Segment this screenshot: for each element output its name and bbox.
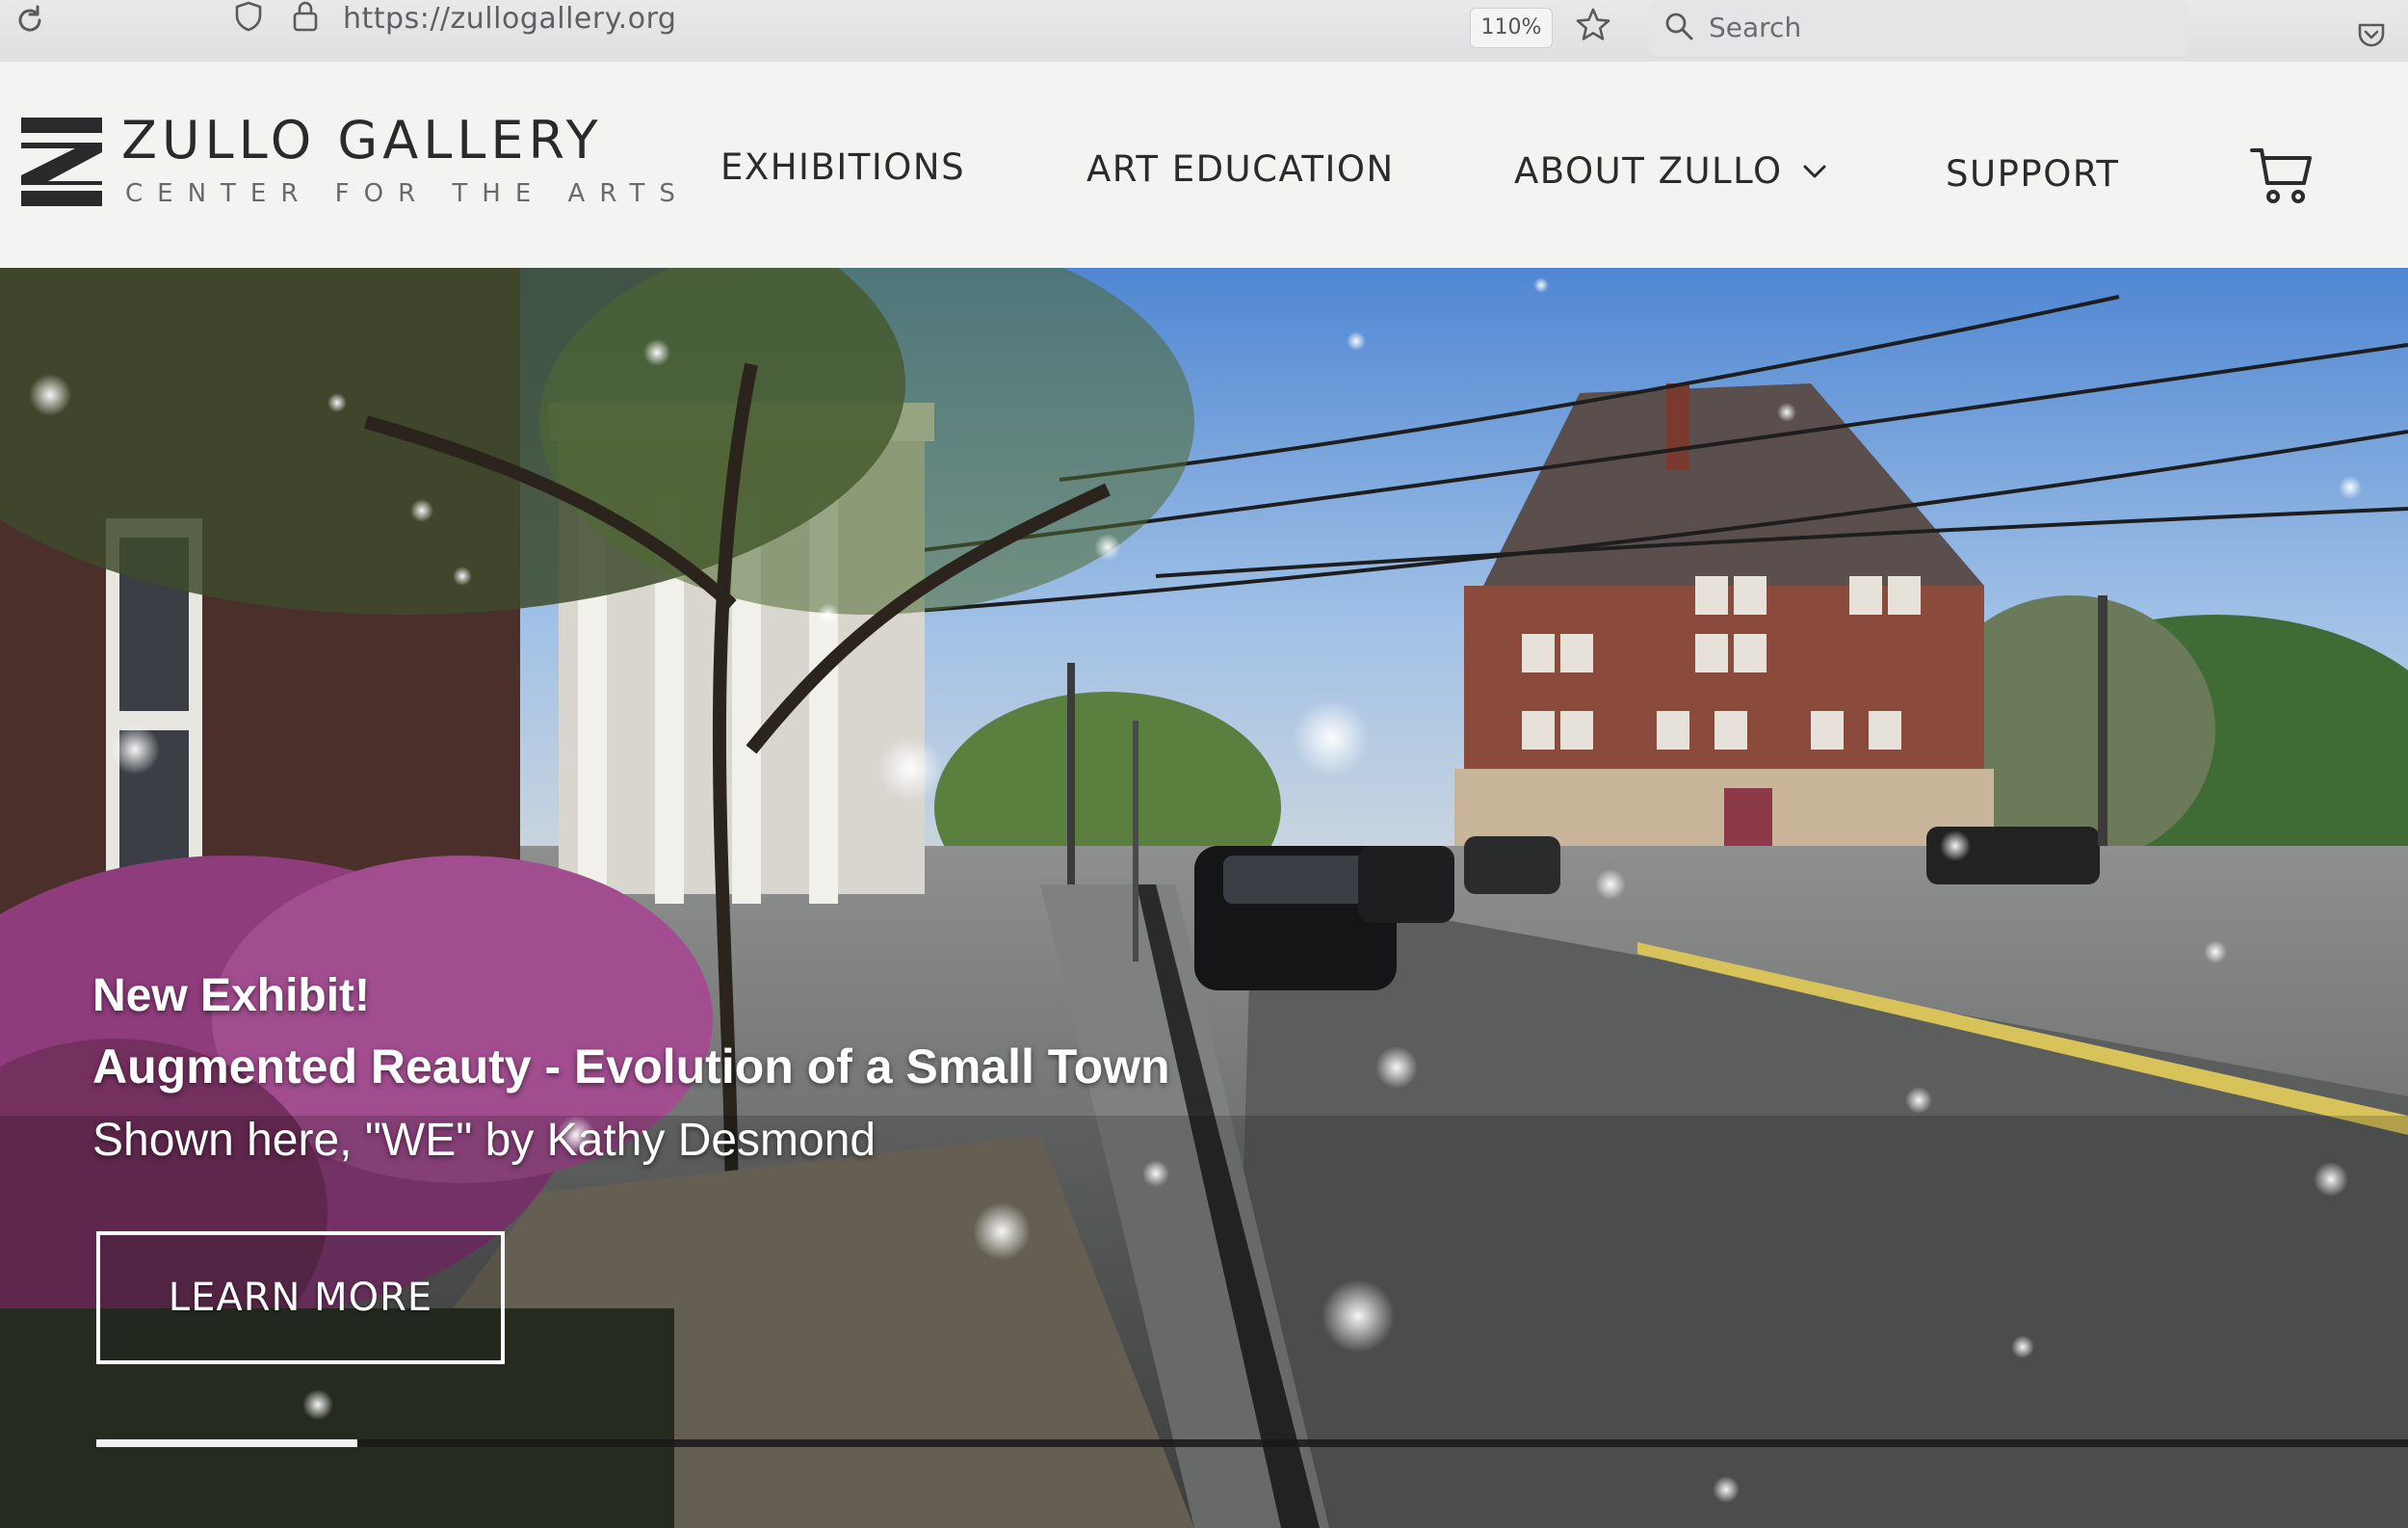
nav-support[interactable]: SUPPORT	[1946, 153, 2119, 195]
browser-toolbar: https://zullogallery.org 110% Search	[0, 0, 2408, 64]
hero-slider: New Exhibit! Augmented Reauty - Evolutio…	[0, 268, 2408, 1528]
hero-eyebrow: New Exhibit!	[92, 970, 371, 1021]
pocket-icon[interactable]	[2356, 17, 2387, 50]
reload-icon[interactable]	[13, 4, 46, 37]
search-icon	[1665, 13, 1693, 40]
nav-about-zullo[interactable]: ABOUT ZULLO	[1514, 150, 1783, 192]
site-header: ZULLO GALLERY CENTER FOR THE ARTS EXHIBI…	[0, 62, 2408, 268]
chevron-down-icon[interactable]	[1801, 162, 1828, 181]
zoom-level-badge[interactable]: 110%	[1470, 8, 1553, 48]
nav-art-education[interactable]: ART EDUCATION	[1086, 148, 1395, 190]
search-placeholder: Search	[1709, 12, 1802, 43]
address-bar-url[interactable]: https://zullogallery.org	[343, 2, 676, 36]
screen: https://zullogallery.org 110% Search ZUL…	[0, 0, 2408, 1528]
shield-icon[interactable]	[233, 0, 264, 33]
hero-subtitle: Shown here, "WE" by Kathy Desmond	[92, 1115, 877, 1166]
brand-name[interactable]: ZULLO GALLERY	[121, 110, 603, 171]
hero-title: Augmented Reauty - Evolution of a Small …	[92, 1040, 1170, 1093]
slider-progress-bar	[96, 1439, 358, 1447]
slider-progress-track[interactable]	[96, 1439, 2408, 1447]
nav-exhibitions[interactable]: EXHIBITIONS	[720, 146, 965, 188]
lock-icon[interactable]	[291, 0, 320, 33]
zullo-logo[interactable]	[21, 118, 102, 206]
browser-search-input[interactable]: Search	[1649, 0, 2188, 56]
cart-icon[interactable]	[2250, 145, 2316, 206]
star-icon[interactable]	[1574, 6, 1612, 44]
brand-tagline: CENTER FOR THE ARTS	[125, 179, 690, 208]
learn-more-button[interactable]: LEARN MORE	[96, 1231, 505, 1364]
